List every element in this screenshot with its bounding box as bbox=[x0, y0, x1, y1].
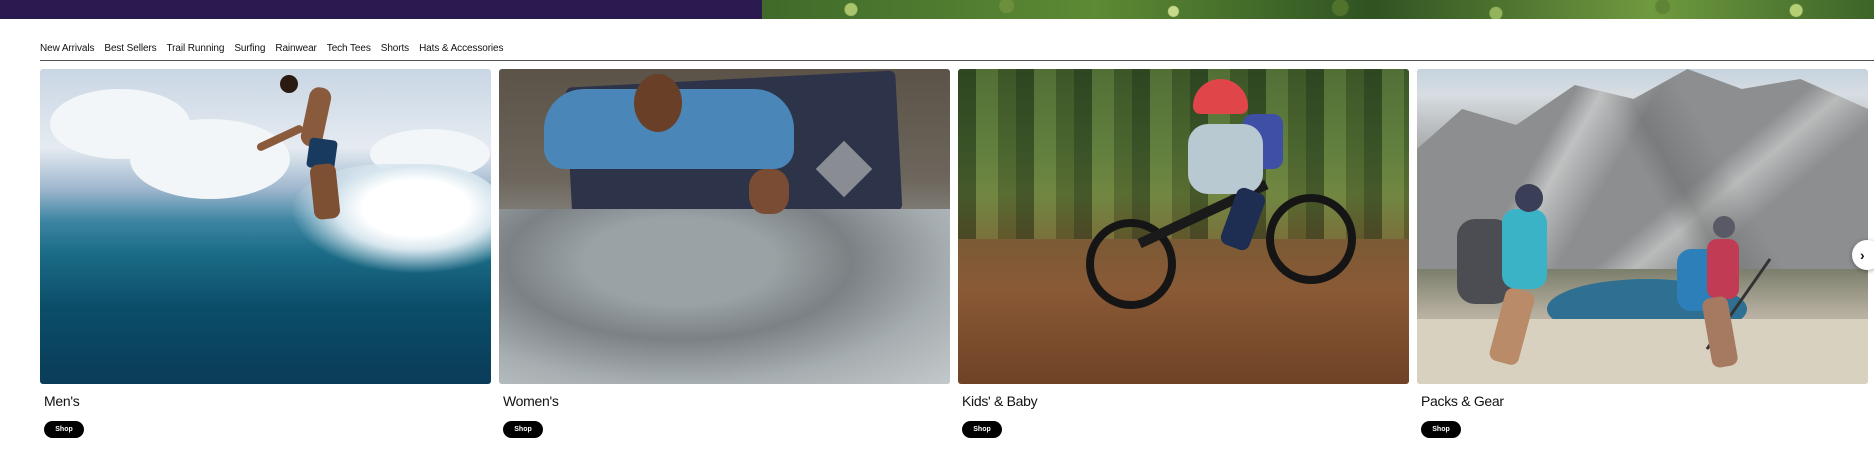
card-title[interactable]: Kids' & Baby bbox=[958, 390, 1409, 412]
category-carousel: Men's Shop Women's Shop Kids' & Baby Sho… bbox=[40, 69, 1868, 438]
category-card-mens: Men's Shop bbox=[40, 69, 491, 438]
climber-photo[interactable] bbox=[499, 69, 950, 384]
nav-link-hats-accessories[interactable]: Hats & Accessories bbox=[419, 43, 503, 54]
page: New Arrivals Best Sellers Trail Running … bbox=[0, 0, 1874, 451]
category-card-kids-baby: Kids' & Baby Shop bbox=[958, 69, 1409, 438]
nav-link-rainwear[interactable]: Rainwear bbox=[275, 43, 317, 54]
nav-link-shorts[interactable]: Shorts bbox=[381, 43, 409, 54]
nav-link-surfing[interactable]: Surfing bbox=[234, 43, 265, 54]
card-title[interactable]: Women's bbox=[499, 390, 950, 412]
shop-button[interactable]: Shop bbox=[503, 421, 543, 438]
shop-button[interactable]: Shop bbox=[44, 421, 84, 438]
category-nav: New Arrivals Best Sellers Trail Running … bbox=[40, 37, 1874, 61]
nav-link-best-sellers[interactable]: Best Sellers bbox=[104, 43, 156, 54]
carousel-next-button[interactable]: › bbox=[1852, 240, 1874, 270]
card-title[interactable]: Packs & Gear bbox=[1417, 390, 1868, 412]
surfer-photo[interactable] bbox=[40, 69, 491, 384]
hero-banner-image bbox=[762, 0, 1874, 19]
nav-link-trail-running[interactable]: Trail Running bbox=[167, 43, 225, 54]
card-title[interactable]: Men's bbox=[40, 390, 491, 412]
hero-banner-color-block bbox=[0, 0, 762, 19]
shop-button[interactable]: Shop bbox=[962, 421, 1002, 438]
hero-banner-strip[interactable] bbox=[0, 0, 1874, 19]
nav-link-tech-tees[interactable]: Tech Tees bbox=[327, 43, 371, 54]
kid-biker-photo[interactable] bbox=[958, 69, 1409, 384]
category-card-womens: Women's Shop bbox=[499, 69, 950, 438]
hikers-photo[interactable] bbox=[1417, 69, 1868, 384]
chevron-right-icon: › bbox=[1860, 247, 1865, 263]
nav-link-new-arrivals[interactable]: New Arrivals bbox=[40, 43, 94, 54]
category-card-packs-gear: Packs & Gear Shop bbox=[1417, 69, 1868, 438]
shop-button[interactable]: Shop bbox=[1421, 421, 1461, 438]
